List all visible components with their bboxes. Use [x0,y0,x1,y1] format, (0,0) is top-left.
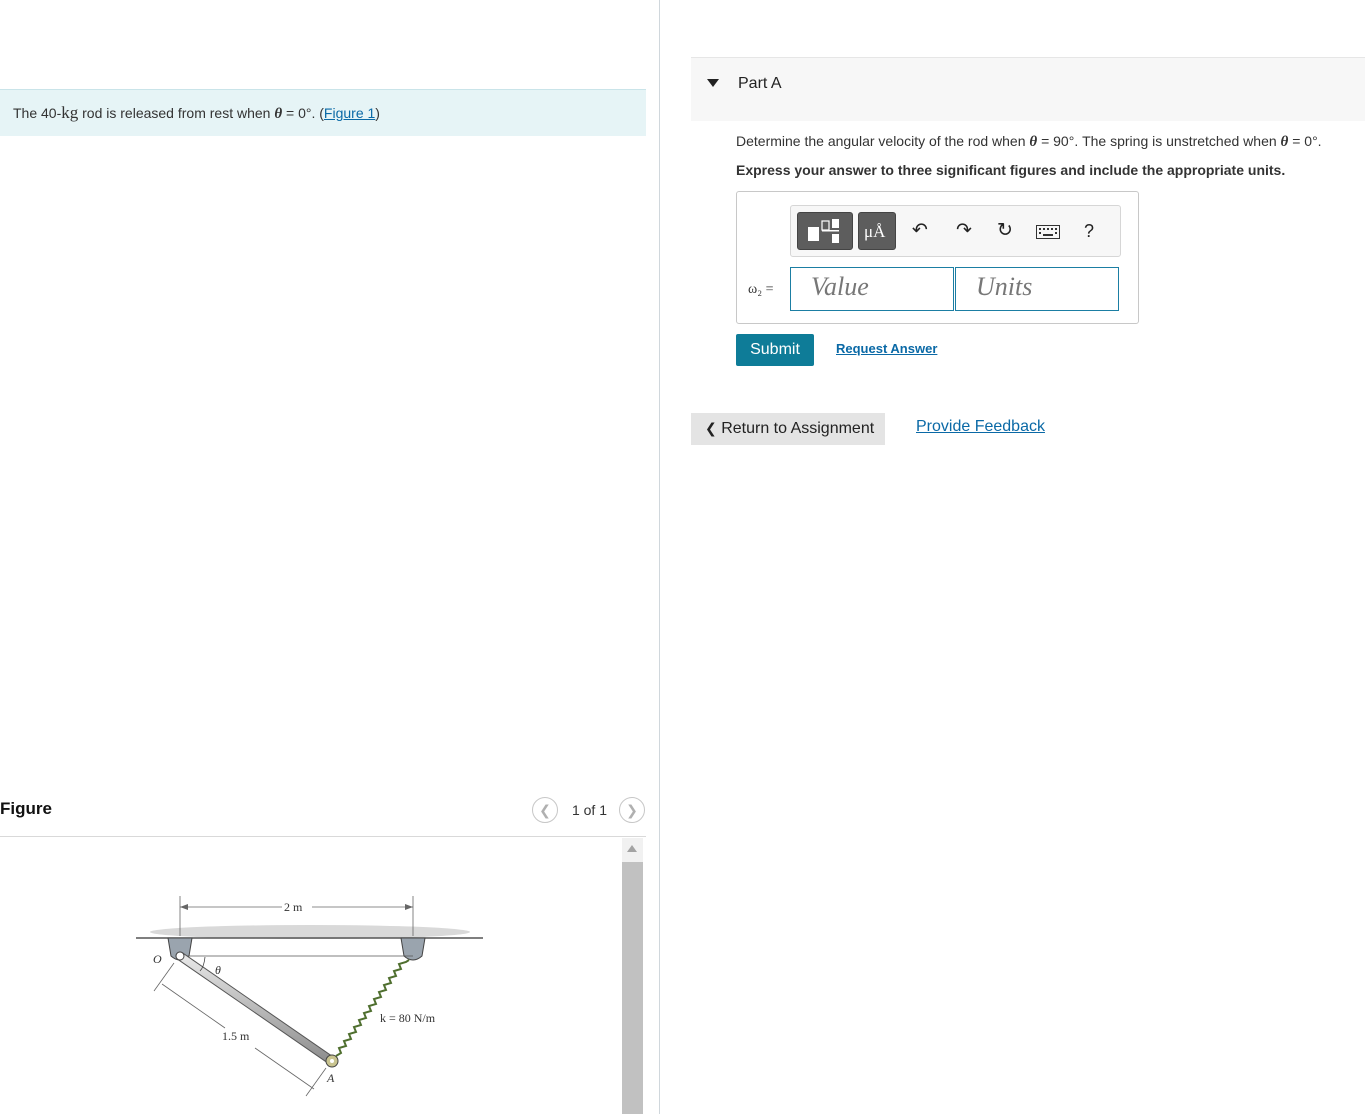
rod-highlight [176,952,336,1065]
label-spring: k = 80 N/m [380,1011,436,1025]
pager-text: 1 of 1 [571,802,607,818]
figure-header: Figure ❮ 1 of 1 ❯ [0,796,646,837]
keyboard-icon[interactable] [1036,223,1060,245]
caret-down-icon[interactable] [707,79,719,87]
label-o: O [153,952,162,966]
label-length: 1.5 m [222,1029,250,1043]
answer-box: μÅ ↶ ↷ ↻ ? ω₂ = Value Units [736,191,1139,324]
pin-a-center [330,1059,334,1063]
label-theta: θ [215,963,221,977]
problem-text-middle: rod is released from rest when [78,105,275,121]
return-to-assignment-button[interactable]: ❮ Return to Assignment [691,413,885,445]
variable-label: ω₂ = [748,282,774,297]
label-a: A [326,1071,335,1085]
rod-spring-figure: 2 m k = 80 N/m θ O 1.5 m A [136,896,483,1097]
units-label: μÅ [864,222,886,241]
problem-text-before: The 40- [13,105,62,121]
request-answer-link[interactable]: Request Answer [836,341,937,356]
length-ext-bottom [305,1067,327,1097]
templates-icon[interactable] [797,212,853,250]
figure-scrollbar[interactable] [622,838,643,1114]
question-mid: = 90°. The spring is unstretched when [1037,133,1281,149]
question-before: Determine the angular velocity of the ro… [736,133,1030,149]
math-toolbar: μÅ ↶ ↷ ↻ ? [790,205,1121,257]
problem-statement: The 40-kg rod is released from rest when… [0,89,646,136]
length-dim-upper [161,983,226,1029]
panel-divider [659,0,660,1114]
templates-glyph [808,219,839,243]
instruction-text: Express your answer to three significant… [736,162,1286,178]
question-text: Determine the angular velocity of the ro… [736,133,1322,151]
support-right [400,937,426,961]
spring [335,959,410,1057]
left-panel: The 40-kg rod is released from rest when… [0,0,660,1114]
dimension-arrow-right [405,904,413,910]
problem-close-paren: ) [375,105,380,121]
chevron-left-icon[interactable]: ❮ [531,797,558,823]
scroll-up-icon[interactable] [627,845,637,852]
units-input[interactable]: Units [955,267,1119,311]
problem-unit: kg [61,103,79,122]
redo-icon[interactable]: ↷ [956,220,972,242]
reset-icon[interactable]: ↻ [997,220,1013,242]
dimension-arrow-left [180,904,188,910]
value-input[interactable]: Value [790,267,954,311]
chevron-right-icon[interactable]: ❯ [619,797,645,823]
ceiling-shade [150,925,470,939]
part-title: Part A [738,75,782,92]
problem-equals: = 0°. ( [282,105,324,121]
label-span: 2 m [284,900,303,914]
question-end: = 0°. [1288,133,1322,149]
figure-title: Figure [0,799,52,818]
length-ext-top [153,962,175,992]
keyboard-glyph [1036,225,1060,239]
return-label: Return to Assignment [721,420,875,437]
figure-pager: ❮ 1 of 1 ❯ [531,797,645,823]
submit-button[interactable]: Submit [736,334,814,366]
chevron-left-icon: ❮ [705,420,717,436]
pin-o [175,951,185,961]
figure-link[interactable]: Figure 1 [324,105,375,121]
problem-theta: θ [274,106,283,122]
help-button[interactable]: ? [1084,220,1094,242]
scroll-thumb[interactable] [622,862,643,1114]
undo-icon[interactable]: ↶ [912,220,928,242]
length-dim-lower [254,1047,315,1090]
provide-feedback-link[interactable]: Provide Feedback [916,418,1045,436]
units-button[interactable]: μÅ [858,212,896,250]
part-a-header[interactable]: Part A [691,57,1365,121]
figure-area: 2 m k = 80 N/m θ O 1.5 m A [0,836,646,1114]
